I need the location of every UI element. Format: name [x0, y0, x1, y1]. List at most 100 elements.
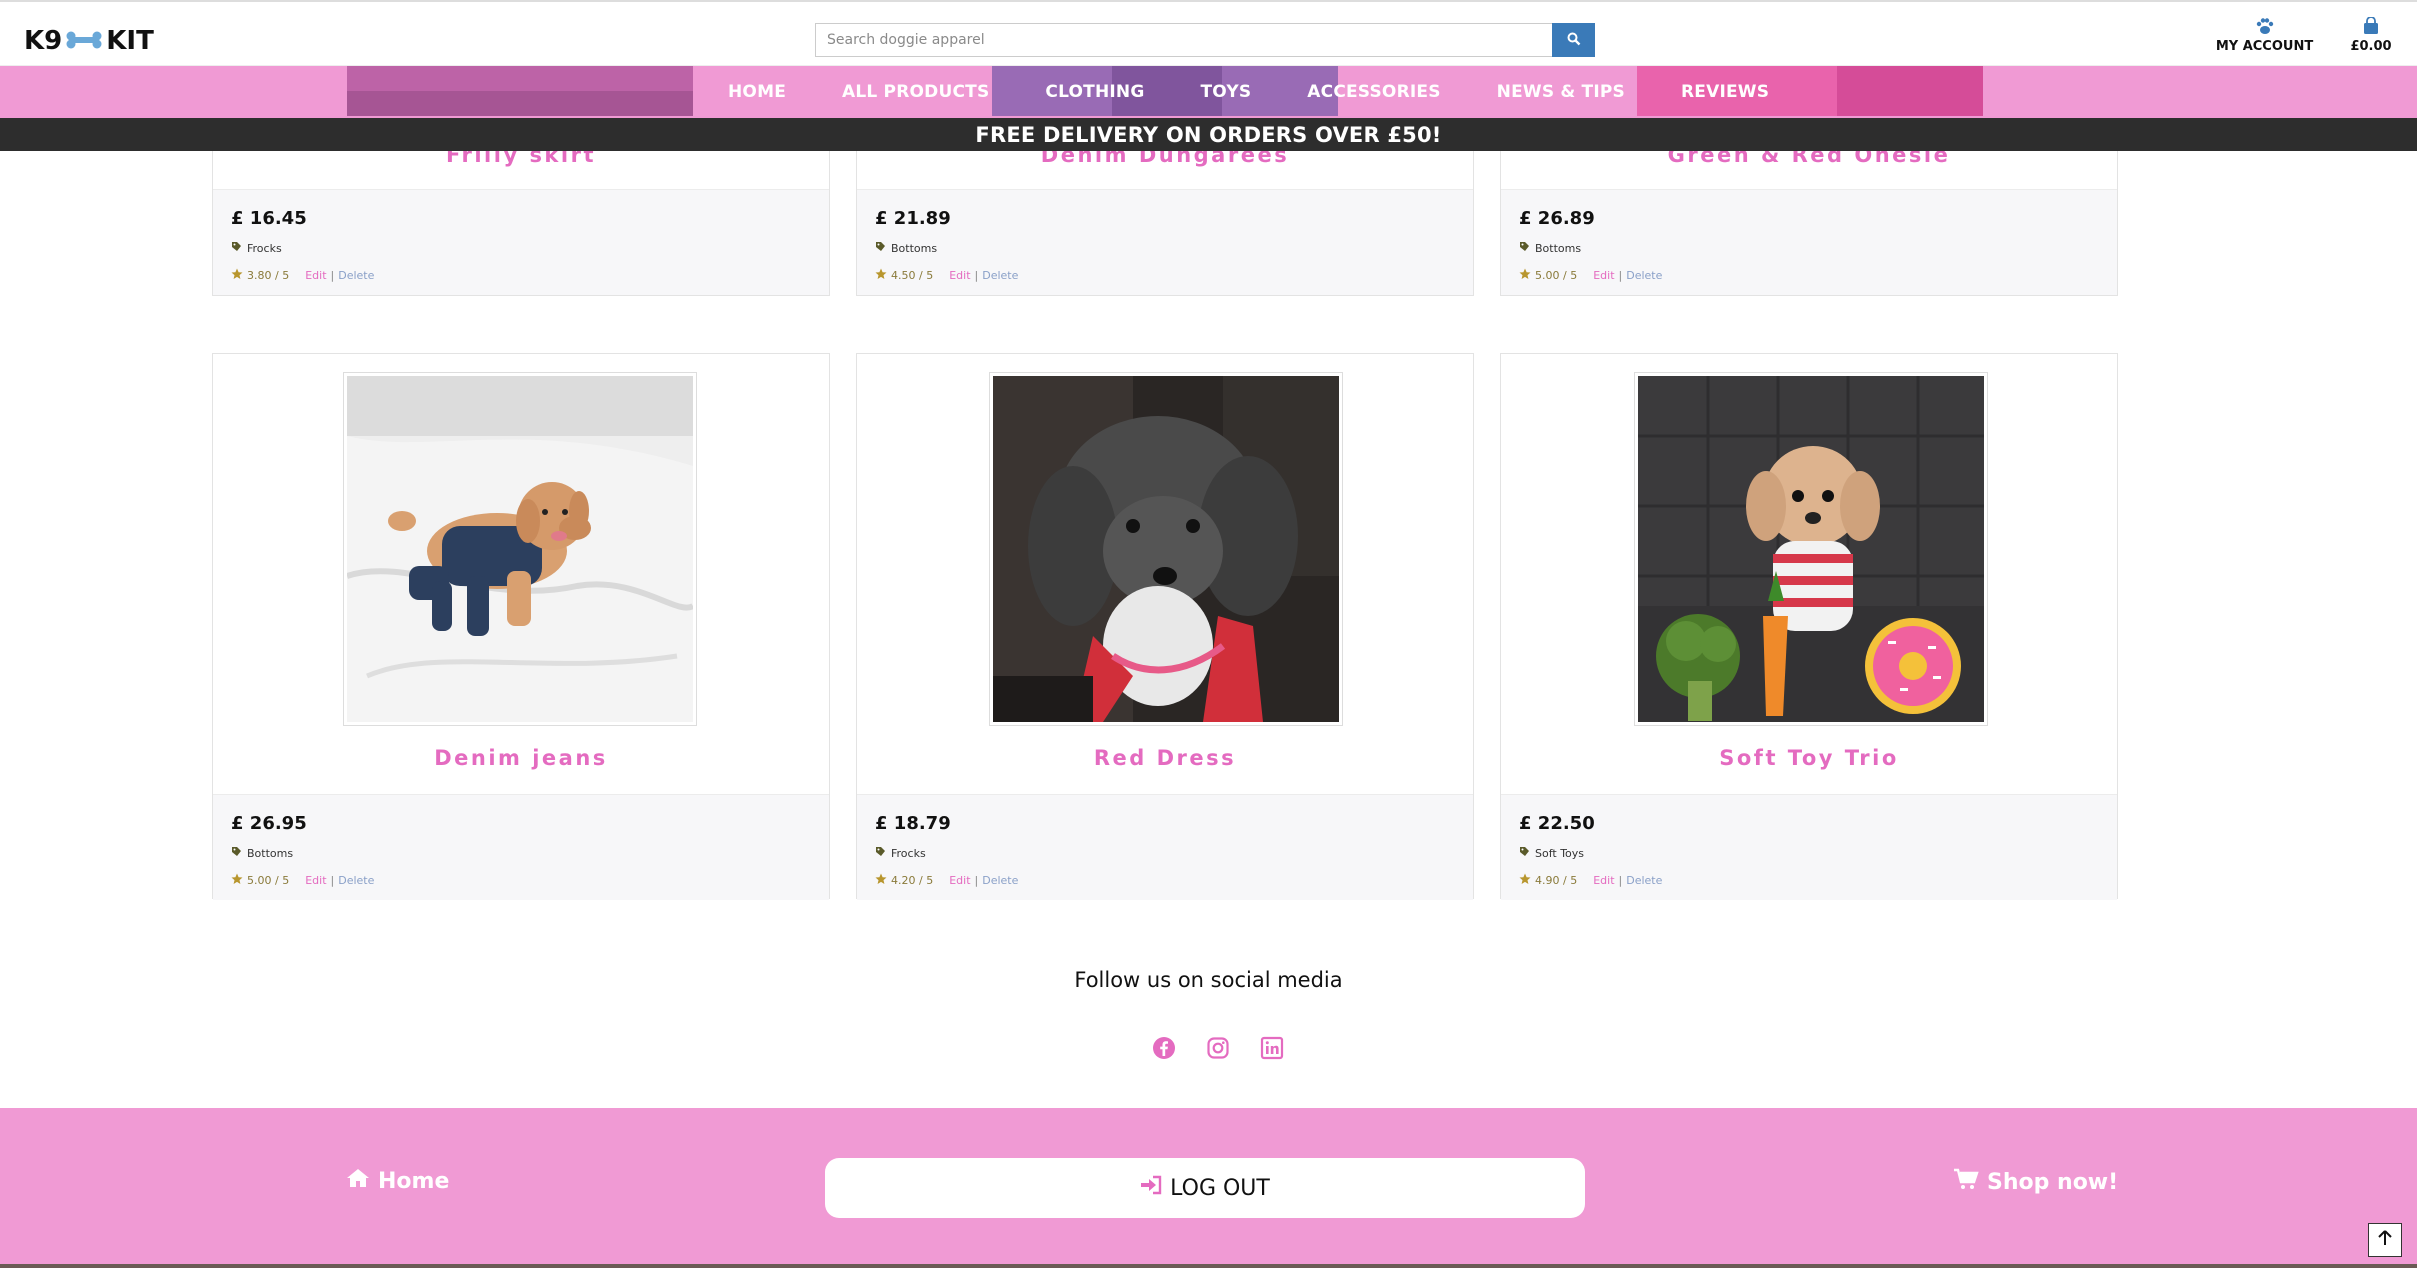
- tag-icon: [1519, 241, 1530, 255]
- product-category[interactable]: Bottoms: [231, 846, 811, 860]
- star-icon: [231, 873, 243, 888]
- tag-icon: [231, 241, 242, 255]
- search-bar: [815, 23, 1595, 57]
- action-separator: |: [974, 874, 979, 887]
- product-category[interactable]: Soft Toys: [1519, 846, 2099, 860]
- category-label: Bottoms: [891, 241, 938, 255]
- product-price: £ 26.95: [231, 813, 307, 834]
- linkedin-icon[interactable]: [1260, 1036, 1284, 1064]
- star-icon: [875, 268, 887, 283]
- category-label: Bottoms: [1535, 241, 1582, 255]
- tag-icon: [231, 846, 242, 860]
- action-separator: |: [974, 269, 979, 282]
- arrow-up-icon: [2378, 1230, 2392, 1250]
- logo-text-right: KIT: [106, 26, 154, 56]
- product-image[interactable]: [989, 372, 1343, 726]
- nav-home[interactable]: HOME: [728, 82, 814, 102]
- search-input[interactable]: [815, 23, 1552, 57]
- product-price: £ 16.45: [231, 208, 307, 229]
- delete-link[interactable]: Delete: [338, 874, 374, 887]
- footer-home-link[interactable]: Home: [346, 1168, 449, 1194]
- cart-link[interactable]: £0.00: [2346, 17, 2396, 54]
- edit-link[interactable]: Edit: [1593, 269, 1614, 282]
- category-label: Soft Toys: [1535, 846, 1585, 860]
- category-label: Bottoms: [247, 846, 294, 860]
- product-image[interactable]: [343, 372, 697, 726]
- product-image[interactable]: [1634, 372, 1988, 726]
- product-rating: 4.50 / 5: [891, 269, 934, 282]
- action-separator: |: [1618, 874, 1623, 887]
- edit-link[interactable]: Edit: [1593, 874, 1614, 887]
- facebook-icon[interactable]: [1152, 1036, 1176, 1064]
- logout-button[interactable]: LOG OUT: [825, 1158, 1585, 1218]
- product-category[interactable]: Bottoms: [1519, 241, 2099, 255]
- instagram-icon[interactable]: [1206, 1036, 1230, 1064]
- delete-link[interactable]: Delete: [1626, 269, 1662, 282]
- action-separator: |: [330, 269, 335, 282]
- product-rating: 4.90 / 5: [1535, 874, 1578, 887]
- nav-news-tips[interactable]: NEWS & TIPS: [1469, 82, 1653, 102]
- social-icons: [1152, 1036, 1284, 1064]
- star-icon: [231, 268, 243, 283]
- free-delivery-banner: FREE DELIVERY ON ORDERS OVER £50!: [0, 118, 2417, 151]
- edit-link[interactable]: Edit: [949, 269, 970, 282]
- product-title[interactable]: Soft Toy Trio: [1501, 746, 2117, 770]
- site-logo[interactable]: K9 KIT: [24, 24, 154, 58]
- product-card[interactable]: Soft Toy Trio £ 22.50 Soft Toys 4.90 / 5…: [1500, 353, 2118, 900]
- home-icon: [346, 1168, 370, 1194]
- footer-shop-label: Shop now!: [1987, 1169, 2119, 1195]
- my-account-link[interactable]: MY ACCOUNT: [2212, 17, 2317, 54]
- paw-icon: [2212, 17, 2317, 35]
- product-price: £ 18.79: [875, 813, 951, 834]
- category-label: Frocks: [247, 241, 282, 255]
- my-account-label: MY ACCOUNT: [2215, 39, 2314, 54]
- nav-reviews[interactable]: REVIEWS: [1653, 82, 1797, 102]
- tag-icon: [875, 846, 886, 860]
- nav-photo-strip: [347, 66, 693, 116]
- product-rating: 5.00 / 5: [1535, 269, 1578, 282]
- search-button[interactable]: [1552, 23, 1595, 57]
- page-bottom-strip: [0, 1264, 2417, 1268]
- poodle-red-dress-photo: [993, 376, 1339, 722]
- delete-link[interactable]: Delete: [982, 874, 1018, 887]
- product-title[interactable]: Denim jeans: [213, 746, 829, 770]
- star-icon: [1519, 873, 1531, 888]
- cart-total: £0.00: [2350, 39, 2392, 54]
- product-card[interactable]: Denim jeans £ 26.95 Bottoms 5.00 / 5 Edi…: [212, 353, 830, 900]
- nav-accessories[interactable]: ACCESSORIES: [1279, 82, 1468, 102]
- footer-shop-link[interactable]: Shop now!: [1953, 1168, 2118, 1196]
- product-price: £ 21.89: [875, 208, 951, 229]
- tag-icon: [1519, 846, 1530, 860]
- main-nav: HOME ALL PRODUCTS CLOTHING TOYS ACCESSOR…: [0, 66, 2417, 118]
- nav-toys[interactable]: TOYS: [1172, 82, 1279, 102]
- product-card[interactable]: Red Dress £ 18.79 Frocks 4.20 / 5 Edit |…: [856, 353, 1474, 900]
- product-title[interactable]: Red Dress: [857, 746, 1473, 770]
- logo-text-left: K9: [24, 26, 63, 56]
- product-price: £ 22.50: [1519, 813, 1595, 834]
- product-category[interactable]: Frocks: [875, 846, 1455, 860]
- action-separator: |: [330, 874, 335, 887]
- delete-link[interactable]: Delete: [338, 269, 374, 282]
- bone-icon: [64, 26, 104, 56]
- product-category[interactable]: Frocks: [231, 241, 811, 255]
- scroll-to-top-button[interactable]: [2368, 1223, 2402, 1257]
- poodle-denim-photo: [346, 376, 695, 722]
- shopping-cart-icon: [1953, 1168, 1979, 1196]
- nav-all-products[interactable]: ALL PRODUCTS: [814, 82, 1017, 102]
- product-rating: 3.80 / 5: [247, 269, 290, 282]
- product-rating: 5.00 / 5: [247, 874, 290, 887]
- action-separator: |: [1618, 269, 1623, 282]
- edit-link[interactable]: Edit: [305, 269, 326, 282]
- tag-icon: [875, 241, 886, 255]
- product-category[interactable]: Bottoms: [875, 241, 1455, 255]
- nav-clothing[interactable]: CLOTHING: [1017, 82, 1172, 102]
- edit-link[interactable]: Edit: [949, 874, 970, 887]
- poodle-soft-toys-photo: [1638, 376, 1984, 722]
- delete-link[interactable]: Delete: [982, 269, 1018, 282]
- edit-link[interactable]: Edit: [305, 874, 326, 887]
- footer-home-label: Home: [378, 1168, 450, 1194]
- delete-link[interactable]: Delete: [1626, 874, 1662, 887]
- social-heading: Follow us on social media: [1074, 968, 1343, 992]
- top-header: K9 KIT MY ACCOUNT £0.00: [0, 0, 2417, 66]
- category-label: Frocks: [891, 846, 926, 860]
